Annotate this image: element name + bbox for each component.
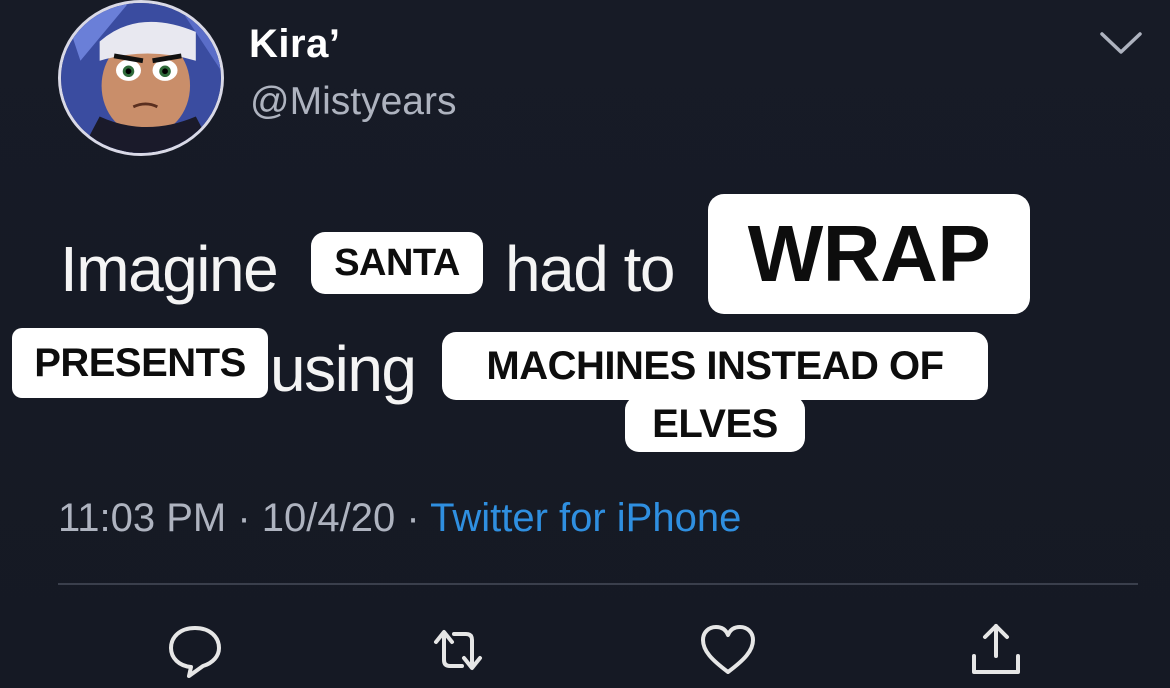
divider — [58, 583, 1138, 585]
tweet-time: 11:03 PM — [58, 496, 227, 540]
share-icon[interactable] — [966, 620, 1026, 680]
tweet-text-imagine: Imagine — [60, 233, 279, 305]
avatar[interactable] — [58, 0, 224, 156]
caption-elves: ELVES — [625, 396, 805, 452]
display-name[interactable]: Kira’ — [249, 22, 340, 67]
tweet-text-using: using — [270, 333, 417, 405]
tweet-date: 10/4/20 — [261, 496, 396, 540]
reply-icon[interactable] — [165, 620, 225, 680]
meta-separator-2: · — [395, 496, 431, 540]
user-handle[interactable]: @Mistyears — [250, 80, 456, 124]
heart-icon[interactable] — [698, 620, 758, 680]
tweet-text-had-to: had to — [505, 233, 675, 305]
caption-machines: MACHINES INSTEAD OF — [442, 332, 988, 400]
caption-wrap: WRAP — [708, 194, 1030, 314]
tweet-detail-view: Kira’ @Mistyears Imagine had to using SA… — [0, 0, 1170, 688]
chevron-down-icon[interactable] — [1098, 28, 1144, 58]
tweet-source-link[interactable]: Twitter for iPhone — [430, 496, 741, 540]
avatar-image — [61, 3, 221, 153]
caption-santa: SANTA — [311, 232, 483, 294]
caption-presents: PRESENTS — [12, 328, 268, 398]
meta-separator: · — [226, 496, 262, 540]
retweet-icon[interactable] — [428, 620, 488, 680]
tweet-meta: 11:03 PM · 10/4/20 · Twitter for iPhone — [58, 496, 741, 541]
